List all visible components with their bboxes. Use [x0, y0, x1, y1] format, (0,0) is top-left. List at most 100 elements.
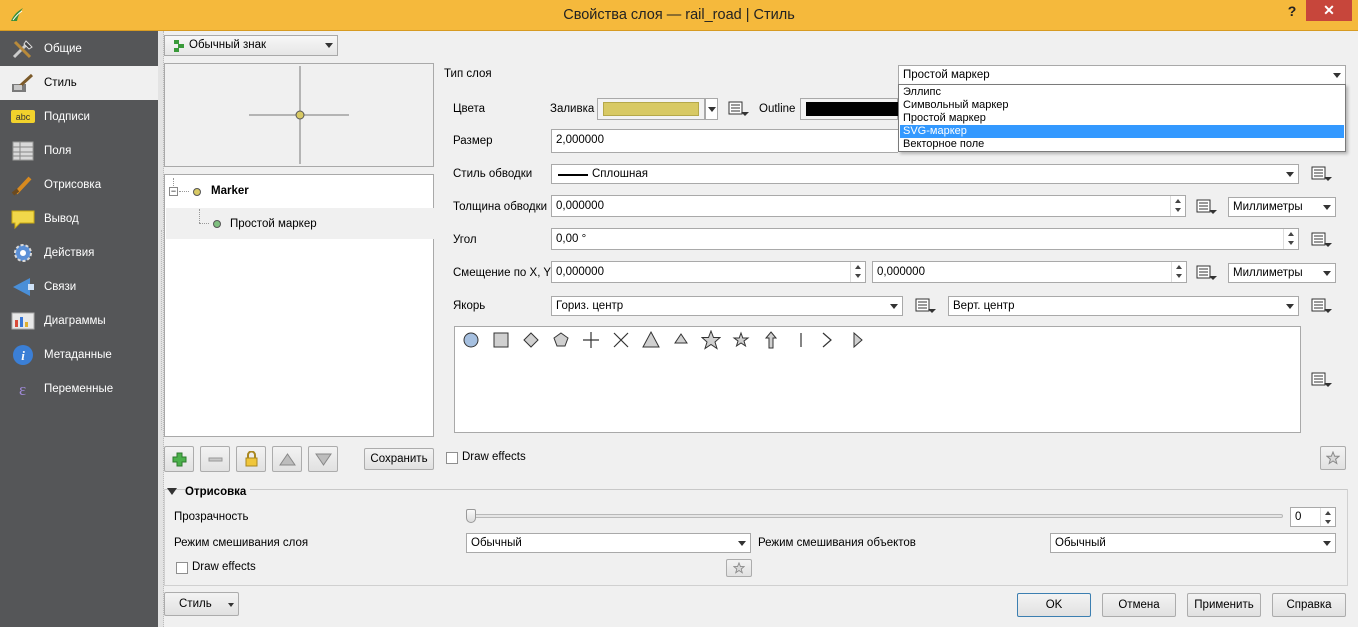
line-shape-icon[interactable] — [791, 330, 811, 350]
effects-settings-button[interactable] — [1320, 446, 1346, 470]
renderer-select[interactable]: Обычный знак — [164, 35, 338, 56]
spin-arrows-icon[interactable] — [1171, 262, 1186, 282]
square-shape-icon[interactable] — [491, 330, 511, 350]
triangle-shape-icon[interactable] — [641, 330, 661, 350]
opacity-slider[interactable] — [470, 514, 1283, 518]
data-defined-override-icon[interactable] — [1195, 197, 1219, 217]
ok-button[interactable]: OK — [1017, 593, 1091, 617]
small-star-shape-icon[interactable] — [731, 330, 751, 350]
filled-arrowhead-shape-icon[interactable] — [847, 330, 867, 350]
chevron-down-icon — [1282, 165, 1298, 183]
angle-input[interactable]: 0,00 ° — [551, 228, 1299, 250]
sidebar-item-style[interactable]: Стиль — [0, 66, 158, 100]
data-defined-override-icon[interactable] — [914, 296, 938, 316]
spin-arrows-icon[interactable] — [1170, 196, 1185, 216]
stroke-unit-select[interactable]: Миллиметры — [1228, 197, 1336, 217]
sidebar-item-diagrams[interactable]: Диаграммы — [0, 304, 158, 338]
spin-arrows-icon[interactable] — [850, 262, 865, 282]
layer-blend-value: Обычный — [471, 537, 522, 549]
rendering-effects-button[interactable] — [726, 559, 752, 577]
feature-blend-select[interactable]: Обычный — [1050, 533, 1336, 553]
fill-color-button[interactable] — [597, 98, 705, 120]
spin-arrows-icon[interactable] — [1283, 229, 1298, 249]
layer-blend-select[interactable]: Обычный — [466, 533, 751, 553]
style-menu-button[interactable]: Стиль — [164, 592, 239, 616]
marker-preview-icon — [249, 66, 349, 164]
offset-unit-select[interactable]: Миллиметры — [1228, 263, 1336, 283]
stroke-style-select[interactable]: Сплошная — [551, 164, 1299, 184]
small-triangle-shape-icon[interactable] — [671, 330, 691, 350]
rendering-draw-effects-checkbox[interactable] — [176, 562, 188, 574]
circle-shape-icon[interactable] — [461, 330, 481, 350]
pentagon-shape-icon[interactable] — [551, 330, 571, 350]
layer-type-option[interactable]: Простой маркер — [900, 112, 1344, 125]
sidebar-item-variables[interactable]: ε Переменные — [0, 372, 158, 406]
save-symbol-button[interactable]: Сохранить — [364, 448, 434, 470]
sidebar-item-joins[interactable]: Связи — [0, 270, 158, 304]
opacity-input[interactable]: 0 — [1290, 507, 1336, 527]
anchor-horizontal-value: Гориз. центр — [556, 300, 624, 312]
offset-y-input[interactable]: 0,000000 — [872, 261, 1187, 283]
sidebar-item-labels[interactable]: abc Подписи — [0, 100, 158, 134]
remove-symbol-layer-button[interactable] — [200, 446, 230, 472]
tree-branch-line — [179, 191, 189, 192]
data-defined-override-icon[interactable] — [1310, 296, 1334, 316]
data-defined-override-icon[interactable] — [1195, 263, 1219, 283]
apply-button[interactable]: Применить — [1187, 593, 1261, 617]
arrow-shape-icon[interactable] — [761, 330, 781, 350]
help-button[interactable]: ? — [1280, 0, 1304, 22]
outline-color-button[interactable] — [800, 98, 898, 120]
sidebar-item-display[interactable]: Вывод — [0, 202, 158, 236]
arrowhead-shape-icon[interactable] — [817, 330, 837, 350]
spin-arrows-icon[interactable] — [1320, 508, 1335, 526]
data-defined-override-icon[interactable] — [727, 99, 751, 119]
layer-type-option[interactable]: Векторное поле — [900, 138, 1344, 151]
layer-type-select[interactable]: Простой маркер — [898, 65, 1346, 85]
panel-splitter[interactable] — [161, 230, 163, 430]
sidebar-item-actions[interactable]: Действия — [0, 236, 158, 270]
sidebar-item-label: Стиль — [44, 77, 77, 89]
data-defined-override-icon[interactable] — [1310, 370, 1334, 390]
anchor-horizontal-select[interactable]: Гориз. центр — [551, 296, 903, 316]
close-button[interactable]: ✕ — [1306, 0, 1352, 21]
collapse-icon[interactable]: − — [169, 187, 178, 196]
sidebar-item-metadata[interactable]: i Метаданные — [0, 338, 158, 372]
sidebar-item-fields[interactable]: Поля — [0, 134, 158, 168]
layer-type-label: Тип слоя — [444, 68, 492, 80]
help-footer-button[interactable]: Справка — [1272, 593, 1346, 617]
stroke-width-input[interactable]: 0,000000 — [551, 195, 1186, 217]
layer-type-option[interactable]: Символьный маркер — [900, 99, 1344, 112]
tree-root-label[interactable]: Marker — [211, 185, 249, 197]
anchor-vertical-select[interactable]: Верт. центр — [948, 296, 1299, 316]
data-defined-override-icon[interactable] — [1310, 164, 1334, 184]
sidebar-item-label: Отрисовка — [44, 179, 102, 191]
outline-label: Outline — [759, 103, 796, 115]
cross-shape-icon[interactable] — [581, 330, 601, 350]
fill-color-dropdown[interactable] — [705, 98, 718, 120]
opacity-slider-handle[interactable] — [466, 509, 476, 523]
draw-effects-checkbox[interactable] — [446, 452, 458, 464]
layer-type-option[interactable]: Эллипс — [900, 86, 1344, 99]
star-shape-icon[interactable] — [701, 330, 721, 350]
offset-x-value: 0,000000 — [556, 266, 604, 278]
epsilon-icon: ε — [19, 380, 26, 399]
feature-blend-label: Режим смешивания объектов — [758, 537, 916, 549]
move-down-button[interactable] — [308, 446, 338, 472]
offset-x-input[interactable]: 0,000000 — [551, 261, 866, 283]
cancel-button[interactable]: Отмена — [1102, 593, 1176, 617]
lock-layer-button[interactable] — [236, 446, 266, 472]
sidebar-item-rendering[interactable]: Отрисовка — [0, 168, 158, 202]
size-input[interactable]: 2,000000 — [551, 129, 898, 153]
chevron-down-icon — [886, 297, 902, 315]
diamond-shape-icon[interactable] — [521, 330, 541, 350]
sidebar-item-label: Диаграммы — [44, 315, 106, 327]
sidebar-item-general[interactable]: Общие — [0, 32, 158, 66]
data-defined-override-icon[interactable] — [1310, 230, 1334, 250]
x-shape-icon[interactable] — [611, 330, 631, 350]
tree-child-label[interactable]: Простой маркер — [230, 218, 317, 230]
sidebar: Общие Стиль abc Подписи Поля Отрисовка В… — [0, 31, 158, 627]
add-symbol-layer-button[interactable] — [164, 446, 194, 472]
move-up-button[interactable] — [272, 446, 302, 472]
layer-type-option-highlighted[interactable]: SVG-маркер — [900, 125, 1344, 138]
star-effect-icon — [1326, 451, 1340, 465]
